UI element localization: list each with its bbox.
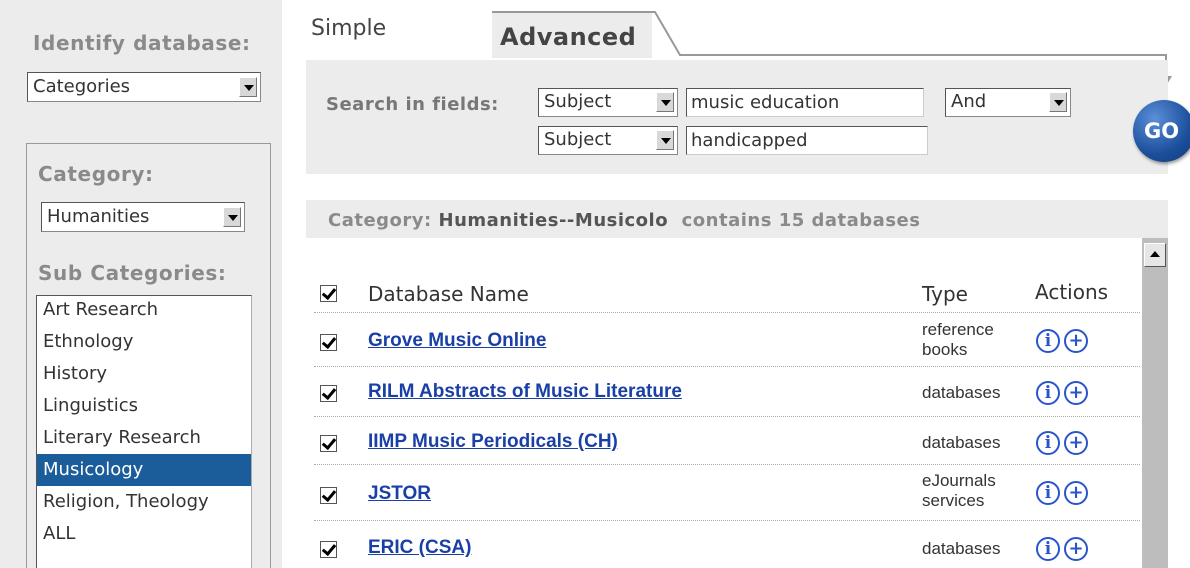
database-link[interactable]: Grove Music Online — [368, 330, 546, 352]
add-icon[interactable]: + — [1064, 381, 1088, 405]
subcategory-item[interactable]: History — [37, 358, 251, 390]
info-icon[interactable]: i — [1036, 481, 1060, 505]
info-icon[interactable]: i — [1036, 329, 1060, 353]
results-category-header: Category: Humanities--Musicolo contains … — [306, 200, 1168, 238]
type-line: books — [922, 340, 968, 359]
subcategory-item[interactable]: Ethnology — [37, 326, 251, 358]
type-line: databases — [922, 539, 1001, 558]
field-select-1[interactable]: Subject — [538, 88, 678, 117]
divider — [314, 464, 1140, 465]
field-select-2-value: Subject — [544, 129, 612, 150]
operator-select-value: And — [951, 91, 987, 112]
database-link[interactable]: IIMP Music Periodicals (CH) — [368, 431, 618, 453]
subcategory-item[interactable]: Linguistics — [37, 390, 251, 422]
subcategories-label: Sub Categories: — [38, 261, 227, 285]
select-all-checkbox[interactable] — [320, 285, 337, 302]
add-icon[interactable]: + — [1064, 329, 1088, 353]
field-select-2[interactable]: Subject — [538, 126, 678, 155]
info-icon[interactable]: i — [1036, 537, 1060, 561]
results-prefix: Category: — [328, 210, 439, 231]
category-label: Category: — [38, 162, 154, 186]
subcategory-item[interactable]: Literary Research — [37, 422, 251, 454]
subcategory-list[interactable]: Art Research Ethnology History Linguisti… — [36, 295, 252, 568]
go-button[interactable]: GO — [1133, 100, 1190, 162]
database-type: eJournals services — [922, 471, 996, 511]
table-header-row: Database Name Type Actions — [306, 276, 1142, 314]
divider — [314, 366, 1140, 367]
subcategory-item[interactable]: Art Research — [37, 294, 251, 326]
results-count: contains 15 databases — [668, 210, 921, 231]
tab-advanced[interactable]: Advanced — [492, 12, 652, 58]
database-type: databases — [922, 539, 1000, 559]
subcategory-item-selected[interactable]: Musicology — [37, 454, 251, 486]
chevron-down-icon[interactable] — [223, 207, 241, 227]
operator-select[interactable]: And — [945, 88, 1071, 117]
divider — [314, 312, 1140, 313]
database-link[interactable]: ERIC (CSA) — [368, 537, 471, 559]
chevron-down-icon[interactable] — [1049, 92, 1067, 112]
results-table: Database Name Type Actions Grove Music O… — [306, 238, 1142, 568]
subcategory-item[interactable]: Religion, Theology — [37, 486, 251, 518]
type-line: databases — [922, 433, 1001, 452]
database-type: reference books — [922, 320, 994, 360]
type-line: reference — [922, 320, 994, 339]
table-row: IIMP Music Periodicals (CH) databases i … — [306, 418, 1142, 464]
tab-advanced-label: Advanced — [500, 23, 637, 51]
results-category-name: Humanities--Musicolo — [438, 210, 669, 231]
table-row: JSTOR eJournals services i + — [306, 466, 1142, 518]
add-icon[interactable]: + — [1064, 481, 1088, 505]
row-checkbox[interactable] — [320, 487, 337, 504]
row-checkbox[interactable] — [320, 385, 337, 402]
row-checkbox[interactable] — [320, 435, 337, 452]
field-select-1-value: Subject — [544, 91, 612, 112]
type-line: services — [922, 491, 985, 510]
table-row: RILM Abstracts of Music Literature datab… — [306, 368, 1142, 414]
table-row: Grove Music Online reference books i + — [306, 314, 1142, 366]
row-checkbox[interactable] — [320, 541, 337, 558]
chevron-down-icon[interactable] — [656, 130, 674, 150]
column-header-actions: Actions — [1035, 280, 1109, 304]
results-scrollbar[interactable] — [1142, 238, 1168, 568]
chevron-down-icon[interactable] — [656, 92, 674, 112]
search-area: Search in fields: Subject music educatio… — [306, 60, 1168, 174]
scroll-up-arrow-icon[interactable] — [1144, 243, 1166, 267]
search-term-input-1[interactable]: music education — [686, 88, 924, 117]
info-icon[interactable]: i — [1036, 381, 1060, 405]
table-row: ERIC (CSA) databases i + — [306, 522, 1142, 568]
category-select-value: Humanities — [47, 206, 150, 227]
database-link[interactable]: RILM Abstracts of Music Literature — [368, 381, 682, 403]
info-icon[interactable]: i — [1036, 431, 1060, 455]
add-icon[interactable]: + — [1064, 537, 1088, 561]
column-header-type: Type — [922, 282, 968, 306]
results-summary: Category: Humanities--Musicolo contains … — [328, 210, 920, 231]
type-line: databases — [922, 383, 1001, 402]
column-header-name: Database Name — [368, 282, 529, 306]
search-term-input-2[interactable]: handicapped — [686, 126, 928, 155]
category-select[interactable]: Humanities — [41, 202, 245, 232]
category-box: Category: Humanities Sub Categories: Art… — [26, 143, 271, 568]
divider — [314, 520, 1140, 521]
row-checkbox[interactable] — [320, 334, 337, 351]
search-fields-label: Search in fields: — [326, 94, 499, 115]
database-type: databases — [922, 383, 1000, 403]
type-line: eJournals — [922, 471, 996, 490]
subcategory-item[interactable]: ALL — [37, 518, 251, 550]
divider — [314, 416, 1140, 417]
database-type: databases — [922, 433, 1000, 453]
database-link[interactable]: JSTOR — [368, 483, 431, 505]
add-icon[interactable]: + — [1064, 431, 1088, 455]
